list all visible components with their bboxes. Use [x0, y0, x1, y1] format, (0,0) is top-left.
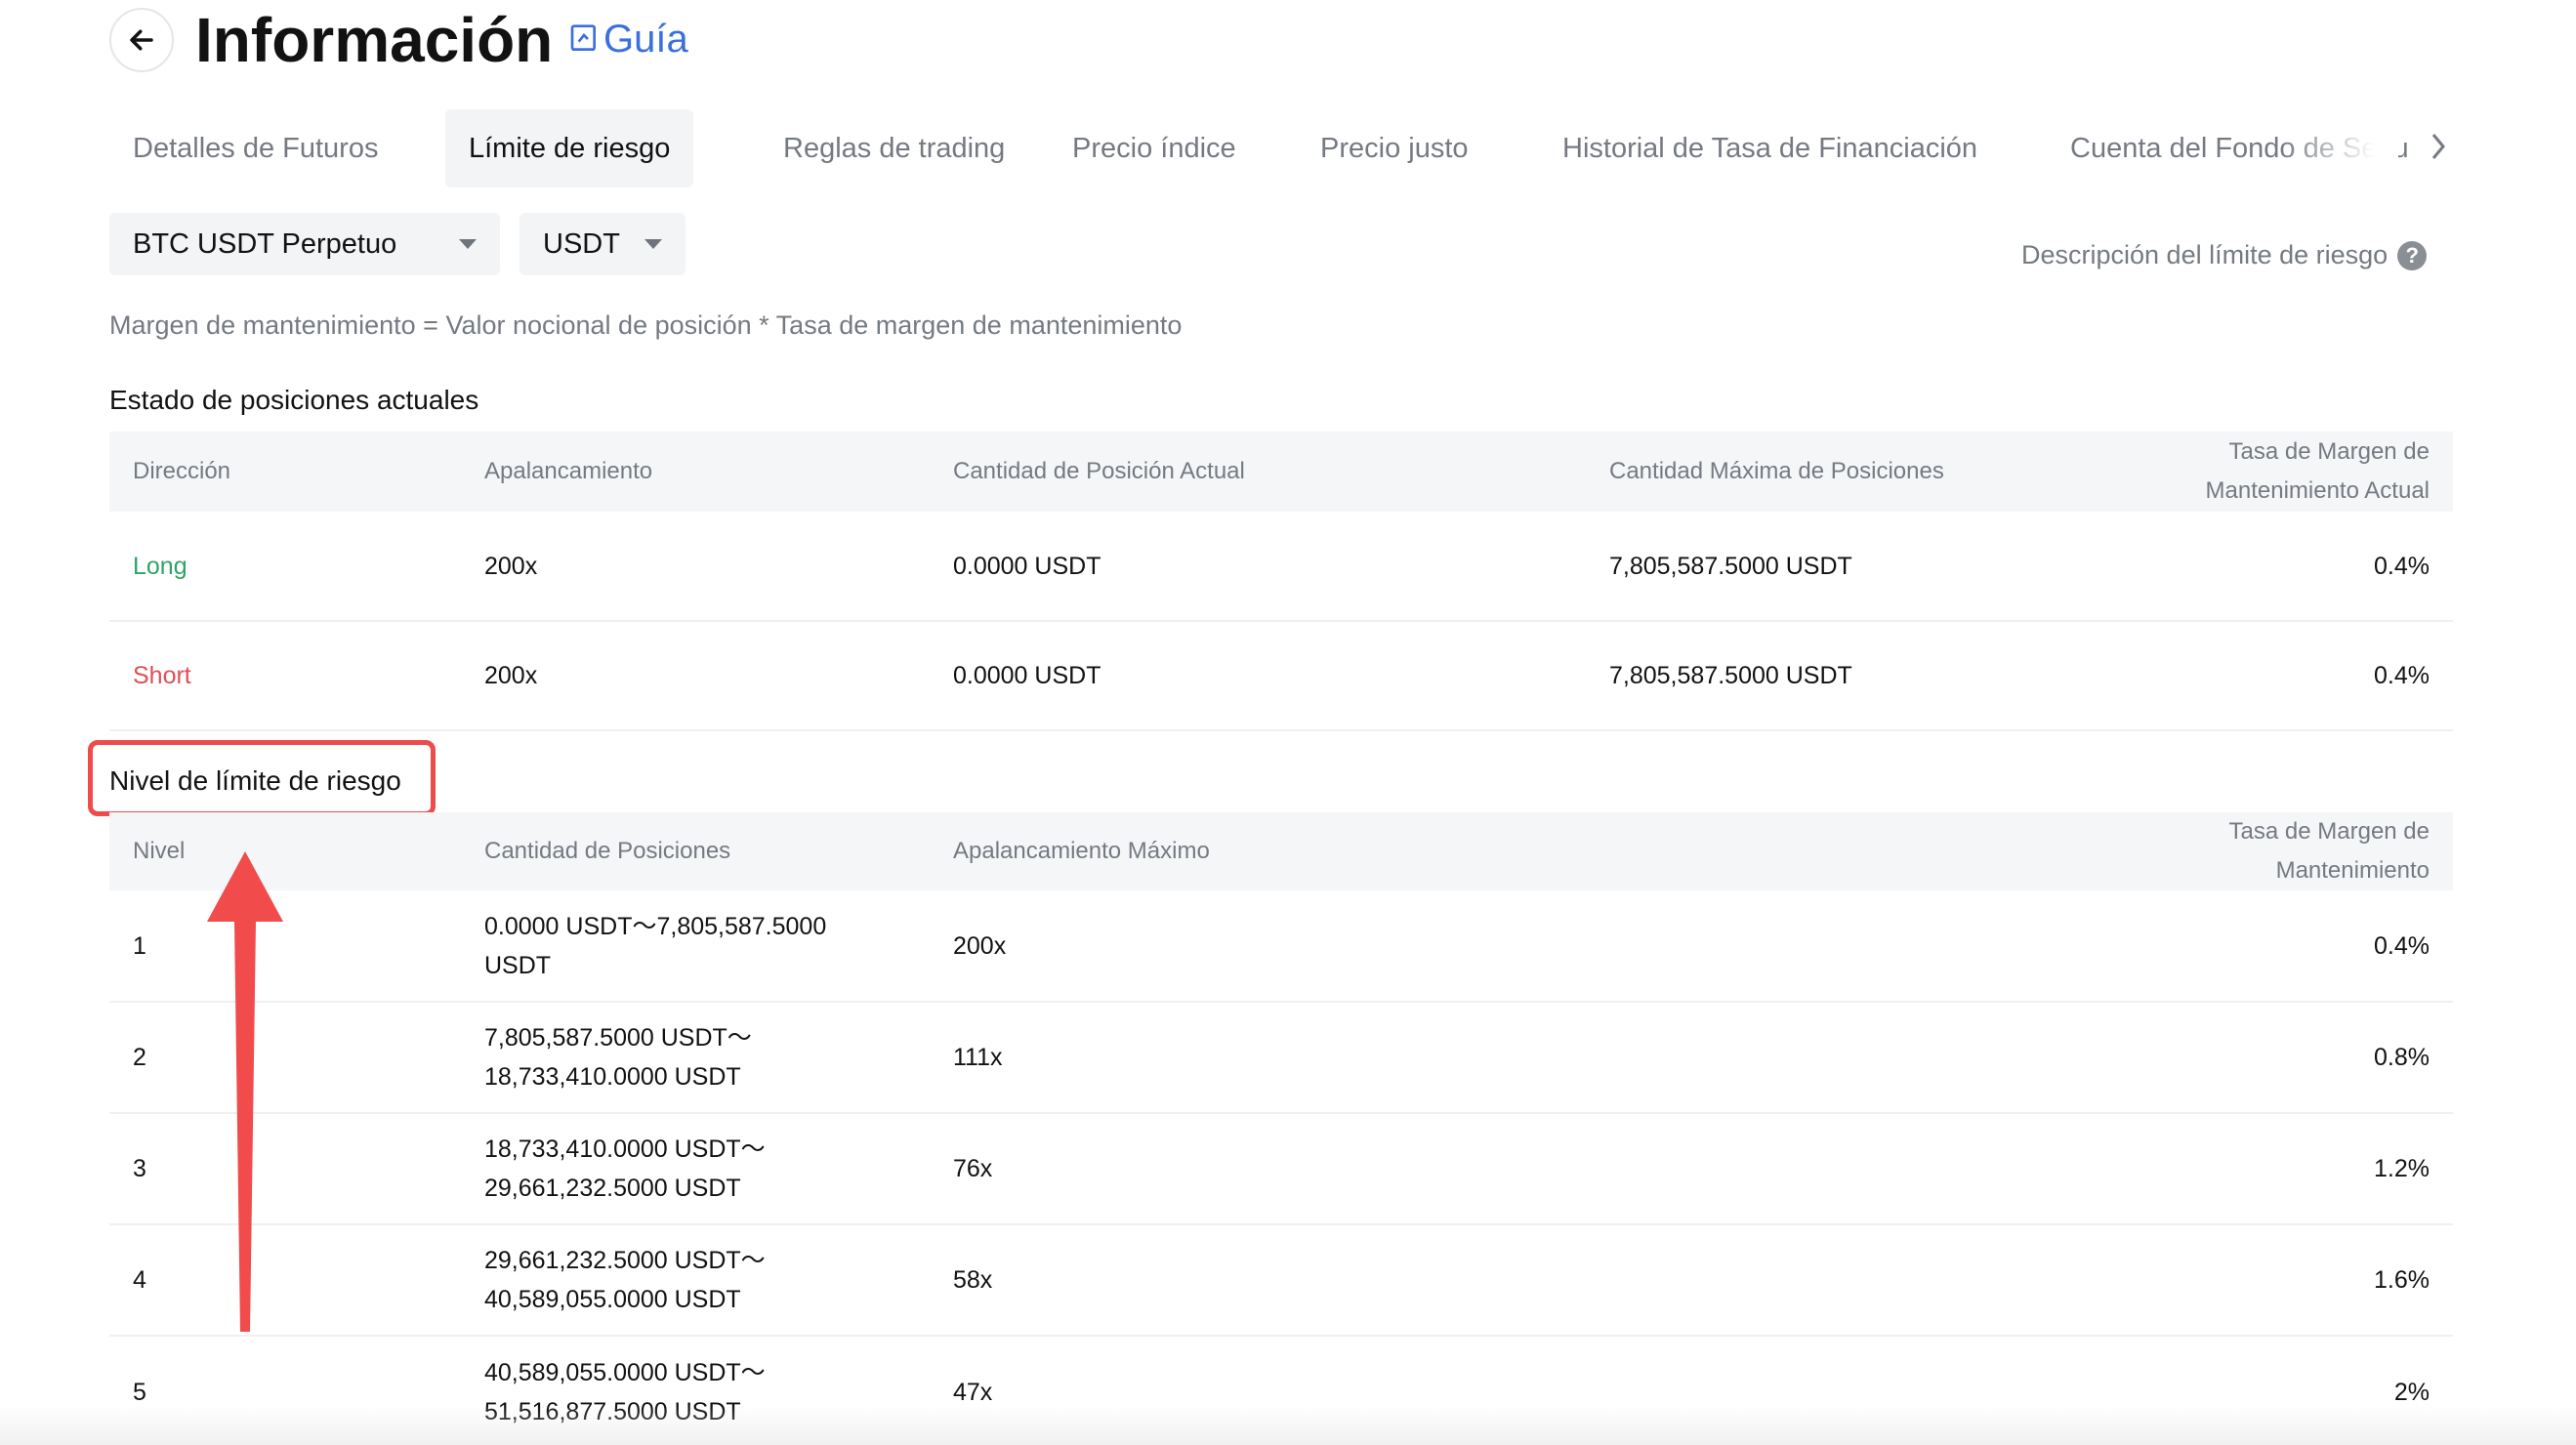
page: Información Guía Detalles de Futuros Lím… [0, 0, 2576, 1445]
max-amount-cell: 7,805,587.5000 USDT [1586, 512, 2094, 622]
leverage-cell: 200x [461, 512, 930, 622]
annotation-highlight-box [88, 740, 436, 816]
risk-limit-description-label: Descripción del límite de riesgo [2021, 240, 2389, 269]
book-icon [570, 24, 596, 51]
caret-down-icon [644, 239, 662, 249]
table-row: 1 0.0000 USDT～7,805,587.5000 USDT 200x 0… [109, 890, 2453, 1003]
tab-bar: Detalles de Futuros Límite de riesgo Reg… [109, 109, 2453, 187]
tab-fair-price[interactable]: Precio justo [1297, 109, 1492, 187]
mmr-cell: 1.2% [2094, 1113, 2453, 1225]
max-amount-cell: 7,805,587.5000 USDT [1586, 621, 2094, 731]
max-leverage-cell: 111x [930, 1002, 1586, 1114]
currency-select[interactable]: USDT [519, 213, 686, 275]
table-row: 2 7,805,587.5000 USDT～ 18,733,410.0000 U… [109, 1002, 2453, 1114]
col-leverage: Apalancamiento [461, 432, 930, 512]
amount-cell: 29,661,232.5000 USDT～ 40,589,055.0000 US… [461, 1224, 930, 1337]
tab-futures-details[interactable]: Detalles de Futuros [109, 109, 401, 187]
empty-cell [1586, 1224, 2094, 1337]
current-positions-title: Estado de posiciones actuales [109, 385, 479, 415]
direction-short: Short [109, 621, 461, 731]
amount-cell: 7,805,587.5000 USDT～ 18,733,410.0000 USD… [461, 1002, 930, 1114]
mmr-cell: 0.4% [2094, 621, 2453, 731]
empty-cell [1586, 1113, 2094, 1225]
mmr-cell: 1.6% [2094, 1224, 2453, 1337]
col-mmr: Tasa de Margen de Mantenimiento [2094, 812, 2453, 890]
level-cell: 4 [109, 1224, 461, 1337]
risk-limit-description-link[interactable]: Descripción del límite de riesgo ? [2021, 240, 2428, 270]
table-row: 3 18,733,410.0000 USDT～ 29,661,232.5000 … [109, 1113, 2453, 1225]
tab-trading-rules[interactable]: Reglas de trading [760, 109, 1028, 187]
table-header-row: Nivel Cantidad de Posiciones Apalancamie… [109, 812, 2453, 890]
level-cell: 1 [109, 890, 461, 1003]
contract-select[interactable]: BTC USDT Perpetuo [109, 213, 500, 275]
max-leverage-cell: 200x [930, 890, 1586, 1003]
amount-line1: 40,589,055.0000 USDT～ [484, 1358, 766, 1386]
arrow-left-icon [130, 29, 153, 51]
col-empty [1586, 812, 2094, 890]
tab-risk-limit[interactable]: Límite de riesgo [445, 109, 694, 187]
caret-down-icon [459, 239, 477, 249]
maintenance-margin-formula: Margen de mantenimiento = Valor nocional… [109, 310, 1183, 340]
mmr-cell: 0.8% [2094, 1002, 2453, 1114]
amount-line1: 18,733,410.0000 USDT～ [484, 1135, 766, 1163]
current-amount-cell: 0.0000 USDT [930, 621, 1586, 731]
table-header-row: Dirección Apalancamiento Cantidad de Pos… [109, 432, 2453, 512]
table-row: Short 200x 0.0000 USDT 7,805,587.5000 US… [109, 621, 2453, 731]
current-amount-cell: 0.0000 USDT [930, 512, 1586, 622]
amount-line1: 29,661,232.5000 USDT～ [484, 1247, 766, 1274]
level-cell: 2 [109, 1002, 461, 1114]
col-position-amount: Cantidad de Posiciones [461, 812, 930, 890]
table-row: Long 200x 0.0000 USDT 7,805,587.5000 USD… [109, 512, 2453, 622]
contract-value: BTC USDT Perpetuo [133, 227, 397, 260]
tab-funding-history[interactable]: Historial de Tasa de Financiación [1539, 109, 2001, 187]
col-current-mmr-line2: Mantenimiento Actual [2205, 477, 2430, 504]
amount-cell: 0.0000 USDT～7,805,587.5000 USDT [461, 890, 930, 1003]
tab-index-price[interactable]: Precio índice [1049, 109, 1260, 187]
col-max-leverage: Apalancamiento Máximo [930, 812, 1586, 890]
guide-link[interactable]: Guía [568, 14, 688, 64]
empty-cell [1586, 890, 2094, 1003]
guide-label: Guía [603, 18, 688, 61]
col-level: Nivel [109, 812, 461, 890]
amount-line2: USDT [484, 951, 552, 979]
empty-cell [1586, 1002, 2094, 1114]
amount-line2: 40,589,055.0000 USDT [484, 1286, 741, 1313]
annotation-arrow-icon [207, 851, 283, 1332]
direction-long: Long [109, 512, 461, 622]
leverage-cell: 200x [461, 621, 930, 731]
col-current-mmr-line1: Tasa de Margen de [2228, 438, 2430, 465]
amount-line1: 7,805,587.5000 USDT～ [484, 1024, 752, 1052]
bottom-fade [0, 1406, 2576, 1445]
current-positions-table: Dirección Apalancamiento Cantidad de Pos… [109, 432, 2453, 731]
amount-line2: 18,733,410.0000 USDT [484, 1063, 741, 1091]
question-icon: ? [2397, 240, 2428, 270]
col-current-amount: Cantidad de Posición Actual [930, 432, 1586, 512]
col-max-amount: Cantidad Máxima de Posiciones [1586, 432, 2094, 512]
tabs-fade [2281, 109, 2398, 187]
mmr-cell: 0.4% [2094, 890, 2453, 1003]
mmr-cell: 0.4% [2094, 512, 2453, 622]
max-leverage-cell: 76x [930, 1113, 1586, 1225]
col-direction: Dirección [109, 432, 461, 512]
max-leverage-cell: 58x [930, 1224, 1586, 1337]
risk-tiers-table: Nivel Cantidad de Posiciones Apalancamie… [109, 812, 2453, 1445]
back-button[interactable] [109, 8, 174, 72]
amount-line2: 29,661,232.5000 USDT [484, 1175, 741, 1202]
amount-line1: 0.0000 USDT～7,805,587.5000 [484, 912, 827, 940]
col-current-mmr: Tasa de Margen de Mantenimiento Actual [2094, 432, 2453, 512]
table-row: 4 29,661,232.5000 USDT～ 40,589,055.0000 … [109, 1224, 2453, 1337]
page-title: Información [195, 5, 554, 75]
chevron-right-icon[interactable] [2424, 127, 2453, 166]
currency-value: USDT [543, 227, 620, 260]
amount-cell: 18,733,410.0000 USDT～ 29,661,232.5000 US… [461, 1113, 930, 1225]
level-cell: 3 [109, 1113, 461, 1225]
